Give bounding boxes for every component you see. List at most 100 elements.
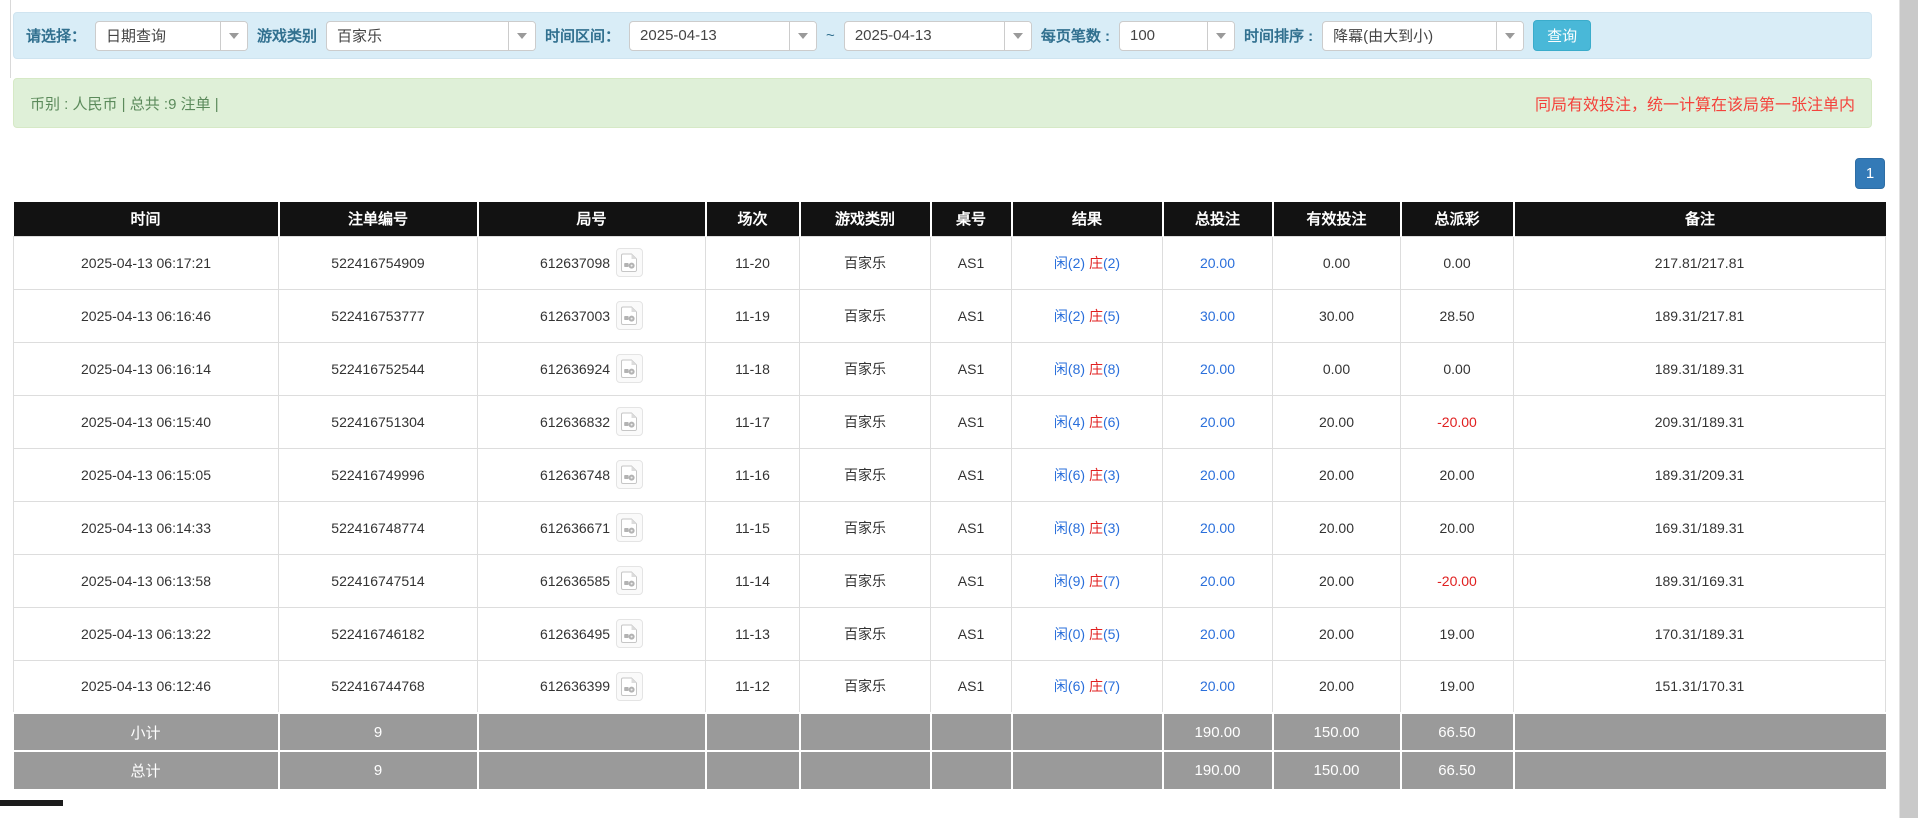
search-button[interactable]: 查询 [1533, 20, 1591, 51]
vertical-scrollbar[interactable] [1899, 0, 1918, 818]
total-bet-link[interactable]: 20.00 [1200, 361, 1235, 377]
col-session: 场次 [706, 202, 800, 236]
table-row: 2025-04-13 06:15:05 522416749996 6126367… [14, 448, 1886, 501]
cell-time: 2025-04-13 06:12:46 [14, 660, 279, 713]
sort-order-select[interactable]: 降冪(由大到小) [1322, 21, 1524, 51]
total-bet-link[interactable]: 20.00 [1200, 573, 1235, 589]
total-bet-link[interactable]: 20.00 [1200, 255, 1235, 271]
chevron-down-icon [229, 33, 239, 39]
table-row: 2025-04-13 06:17:21 522416754909 6126370… [14, 236, 1886, 289]
cell-round-id: 612636585 [478, 554, 706, 607]
video-replay-button[interactable] [616, 513, 643, 542]
cell-remark: 151.31/170.31 [1514, 660, 1886, 713]
cell-total-bet: 20.00 [1163, 342, 1273, 395]
cell-round-id: 612637003 [478, 289, 706, 342]
left-edge-divider [10, 0, 11, 78]
col-time: 时间 [14, 202, 279, 236]
cell-table-no: AS1 [931, 395, 1012, 448]
video-replay-button[interactable] [616, 354, 643, 383]
cell-table-no: AS1 [931, 607, 1012, 660]
video-replay-button[interactable] [616, 460, 643, 489]
cell-total-bet: 20.00 [1163, 607, 1273, 660]
round-id-text: 612636399 [540, 678, 610, 694]
date-from-select[interactable]: 2025-04-13 [629, 21, 817, 51]
video-file-icon [621, 571, 638, 590]
total-valid-bet: 150.00 [1273, 751, 1401, 789]
cell-remark: 169.31/189.31 [1514, 501, 1886, 554]
cell-total-bet: 20.00 [1163, 554, 1273, 607]
subtotal-count: 9 [279, 713, 478, 751]
chevron-down-icon [1505, 33, 1515, 39]
cell-session: 11-18 [706, 342, 800, 395]
cell-result: 闲(9) 庄(7) [1012, 554, 1163, 607]
round-id-text: 612636495 [540, 626, 610, 642]
cell-table-no: AS1 [931, 554, 1012, 607]
cell-session: 11-19 [706, 289, 800, 342]
sort-order-arrow[interactable] [1496, 22, 1523, 50]
cell-bet-id: 522416754909 [279, 236, 478, 289]
cell-bet-id: 522416746182 [279, 607, 478, 660]
page-size-select[interactable]: 100 [1119, 21, 1235, 51]
banker-result: 庄 [1089, 255, 1103, 271]
total-bet-link[interactable]: 30.00 [1200, 308, 1235, 324]
banker-result: 庄 [1089, 308, 1103, 324]
banker-result: 庄 [1089, 414, 1103, 430]
video-replay-button[interactable] [616, 407, 643, 436]
cell-time: 2025-04-13 06:16:46 [14, 289, 279, 342]
chevron-down-icon [517, 33, 527, 39]
cell-valid-bet: 0.00 [1273, 236, 1401, 289]
game-type-select[interactable]: 百家乐 [326, 21, 536, 51]
col-table-no: 桌号 [931, 202, 1012, 236]
banker-points: (6) [1103, 414, 1120, 430]
date-to-select[interactable]: 2025-04-13 [844, 21, 1032, 51]
total-label: 总计 [14, 751, 279, 789]
page-size-label: 每页笔数 : [1041, 25, 1110, 46]
video-replay-button[interactable] [616, 301, 643, 330]
date-from-arrow[interactable] [789, 22, 816, 50]
cell-valid-bet: 20.00 [1273, 501, 1401, 554]
page-size-value: 100 [1120, 27, 1207, 44]
video-replay-button[interactable] [616, 248, 643, 277]
window-edge-artifact [0, 800, 63, 806]
date-to-arrow[interactable] [1004, 22, 1031, 50]
total-bet-link[interactable]: 20.00 [1200, 414, 1235, 430]
video-replay-button[interactable] [616, 672, 643, 701]
total-bet-link[interactable]: 20.00 [1200, 626, 1235, 642]
cell-valid-bet: 20.00 [1273, 554, 1401, 607]
cell-payout: -20.00 [1401, 395, 1514, 448]
cell-total-bet: 20.00 [1163, 501, 1273, 554]
cell-game-type: 百家乐 [800, 554, 931, 607]
table-header: 时间 注单编号 局号 场次 游戏类别 桌号 结果 总投注 有效投注 总派彩 备注 [14, 202, 1886, 236]
game-type-arrow[interactable] [508, 22, 535, 50]
video-file-icon [621, 412, 638, 431]
cell-valid-bet: 20.00 [1273, 448, 1401, 501]
video-replay-button[interactable] [616, 619, 643, 648]
total-bet-link[interactable]: 20.00 [1200, 678, 1235, 694]
query-type-select[interactable]: 日期查询 [95, 21, 248, 51]
cell-table-no: AS1 [931, 448, 1012, 501]
query-type-label: 请选择： [26, 25, 86, 46]
page-1-button[interactable]: 1 [1855, 158, 1885, 189]
cell-payout: 0.00 [1401, 342, 1514, 395]
query-type-value: 日期查询 [96, 25, 220, 46]
total-bet-link[interactable]: 20.00 [1200, 467, 1235, 483]
summary-bar: 币别 : 人民币 | 总共 :9 注单 | 同局有效投注，统一计算在该局第一张注… [13, 78, 1872, 128]
col-remark: 备注 [1514, 202, 1886, 236]
subtotal-total-bet: 190.00 [1163, 713, 1273, 751]
cell-game-type: 百家乐 [800, 342, 931, 395]
cell-session: 11-14 [706, 554, 800, 607]
cell-game-type: 百家乐 [800, 395, 931, 448]
date-to-value: 2025-04-13 [845, 27, 1004, 44]
page-size-arrow[interactable] [1207, 22, 1234, 50]
video-replay-button[interactable] [616, 566, 643, 595]
total-bet-link[interactable]: 20.00 [1200, 520, 1235, 536]
cell-time: 2025-04-13 06:15:05 [14, 448, 279, 501]
query-type-arrow[interactable] [220, 22, 247, 50]
player-result: 闲(9) [1054, 573, 1085, 589]
round-id-text: 612637003 [540, 308, 610, 324]
cell-result: 闲(2) 庄(2) [1012, 236, 1163, 289]
pagination: 1 [13, 158, 1885, 189]
cell-bet-id: 522416744768 [279, 660, 478, 713]
table-row: 2025-04-13 06:13:58 522416747514 6126365… [14, 554, 1886, 607]
col-round-id: 局号 [478, 202, 706, 236]
